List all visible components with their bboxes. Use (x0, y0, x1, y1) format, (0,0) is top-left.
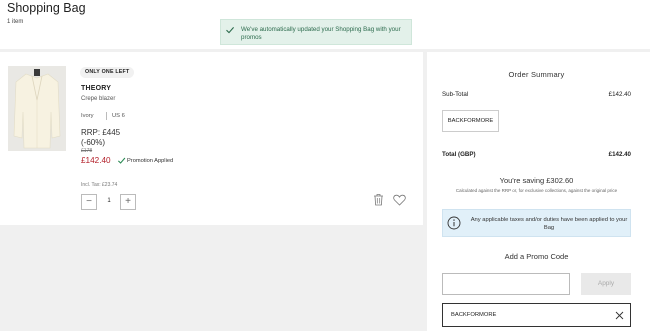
tax-note: Incl. Tax: £23.74 (81, 182, 118, 188)
increase-quantity-button[interactable]: + (120, 194, 136, 210)
saving-note: Calculated against the RRP or, for exclu… (455, 188, 618, 193)
stock-badge: ONLY ONE LEFT (80, 67, 135, 78)
product-size: US 6 (112, 113, 125, 119)
apply-button[interactable]: Apply (581, 273, 631, 295)
product-image[interactable] (8, 66, 66, 151)
promo-update-notification: We've automatically updated your Shoppin… (220, 19, 412, 45)
quantity-value: 1 (107, 198, 111, 204)
tax-info-banner: Any applicable taxes and/or duties have … (442, 209, 631, 237)
divider (106, 112, 107, 120)
applied-promo-code: BACKFORMORE (442, 303, 631, 327)
total-value: £142.40 (608, 151, 631, 158)
applied-code-text: BACKFORMORE (451, 312, 497, 318)
page-header: Shopping Bag 1 item We've automatically … (0, 0, 650, 49)
close-icon[interactable] (615, 311, 624, 320)
check-icon (117, 157, 126, 164)
check-icon (226, 27, 235, 34)
discount-percent: (-60%) (81, 138, 106, 147)
trash-icon[interactable] (373, 193, 384, 206)
bag-item: ONLY ONE LEFT THEORY Crepe blazer Ivory … (0, 52, 423, 225)
promotion-status: Promotion Applied (127, 158, 174, 164)
order-summary: Order Summary Sub-Total £142.40 BACKFORM… (427, 52, 650, 331)
notification-message: We've automatically updated your Shoppin… (241, 26, 401, 41)
info-icon (447, 216, 461, 230)
heart-icon[interactable] (393, 194, 406, 206)
decrease-quantity-button[interactable]: − (81, 194, 97, 210)
info-message: Any applicable taxes and/or duties have … (470, 217, 628, 231)
product-brand[interactable]: THEORY (81, 85, 111, 92)
product-color: Ivory (81, 113, 94, 119)
total-label: Total (GBP) (442, 151, 476, 158)
subtotal-label: Sub-Total (442, 91, 469, 98)
promo-code-input[interactable] (442, 273, 570, 295)
product-name[interactable]: Crepe blazer (81, 96, 115, 102)
saving-amount: You're saving £302.60 (499, 176, 574, 185)
sale-price: £142.40 (81, 156, 111, 165)
blazer-image (8, 66, 66, 151)
promo-code-heading: Add a Promo Code (504, 252, 569, 261)
applied-promo-chip: BACKFORMORE (442, 110, 499, 132)
summary-title: Order Summary (508, 70, 565, 79)
subtotal-value: £142.40 (608, 91, 631, 98)
item-count: 1 item (7, 19, 24, 25)
rrp-price: RRP: £445 (81, 128, 121, 137)
page-title: Shopping Bag (7, 1, 86, 15)
original-price: £178 (81, 148, 93, 154)
